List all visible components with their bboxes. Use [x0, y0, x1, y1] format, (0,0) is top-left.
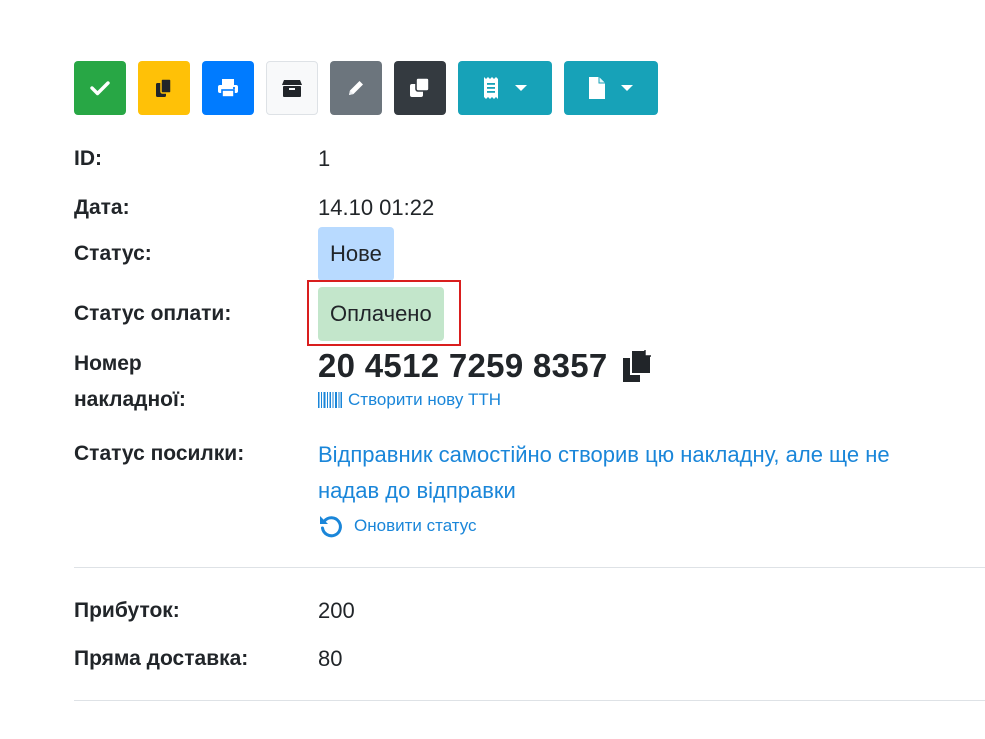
- status-label: Статус:: [74, 242, 152, 265]
- id-value: 1: [318, 146, 331, 171]
- waybill-label: Номер накладної:: [74, 346, 186, 418]
- id-label: ID:: [74, 147, 102, 170]
- order-details-page: ID: 1 Дата: 14.10 01:22 Статус: Нове Ста…: [0, 0, 985, 739]
- document-dropdown-button[interactable]: [564, 61, 658, 115]
- id-row: ID: 1: [74, 142, 974, 176]
- status-badge: Нове: [318, 227, 394, 281]
- clone-button[interactable]: [394, 61, 446, 115]
- chevron-down-icon: [621, 85, 633, 91]
- print-icon: [218, 79, 238, 98]
- direct-delivery-value: 80: [318, 646, 343, 671]
- profit-row: Прибуток: 200: [74, 594, 974, 628]
- waybill-label-line2: накладної:: [74, 388, 186, 411]
- print-button[interactable]: [202, 61, 254, 115]
- direct-delivery-row: Пряма доставка: 80: [74, 642, 974, 676]
- refresh-status-link[interactable]: Оновити статус: [318, 513, 978, 539]
- payment-status-value-wrap: Оплачено: [318, 287, 444, 341]
- check-icon: [90, 81, 110, 96]
- section-divider: [74, 700, 985, 701]
- receipt-dropdown-button[interactable]: [458, 61, 552, 115]
- waybill-number: 20 4512 7259 8357: [318, 347, 608, 384]
- refresh-status-label: Оновити статус: [354, 516, 477, 535]
- date-label: Дата:: [74, 196, 130, 219]
- copy-button[interactable]: [138, 61, 190, 115]
- parcel-status-text-line2: надав до відправки: [318, 478, 516, 503]
- file-icon: [589, 77, 605, 99]
- copy-icon: [156, 78, 172, 97]
- payment-status-label: Статус оплати:: [74, 302, 232, 325]
- profit-label: Прибуток:: [74, 599, 180, 622]
- profit-value: 200: [318, 598, 355, 623]
- refresh-icon: [320, 516, 342, 538]
- barcode-icon: [318, 392, 342, 408]
- parcel-status-text-line1: Відправник самостійно створив цю накладн…: [318, 442, 890, 467]
- waybill-value: 20 4512 7259 8357 Створити нову ТТН: [318, 346, 654, 411]
- waybill-row: Номер накладної: 20 4512 7259 8357 Створ…: [74, 346, 974, 422]
- status-row: Статус: Нове: [74, 227, 974, 281]
- edit-button[interactable]: [330, 61, 382, 115]
- payment-status-row: Статус оплати: Оплачено: [74, 287, 974, 341]
- section-divider: [74, 567, 985, 568]
- parcel-status-value: Відправник самостійно створив цю накладн…: [318, 437, 978, 539]
- create-ttn-label: Створити нову ТТН: [348, 390, 502, 409]
- waybill-label-line1: Номер: [74, 352, 142, 375]
- date-row: Дата: 14.10 01:22: [74, 191, 974, 225]
- date-value: 14.10 01:22: [318, 195, 435, 220]
- box-icon: [282, 80, 302, 97]
- direct-delivery-label: Пряма доставка:: [74, 647, 249, 670]
- clone-icon: [410, 77, 430, 97]
- archive-button[interactable]: [266, 61, 318, 115]
- copy-icon: [622, 349, 652, 382]
- pencil-icon: [349, 81, 363, 95]
- parcel-status-row: Статус посилки: Відправник самостійно ст…: [74, 437, 974, 541]
- confirm-button[interactable]: [74, 61, 126, 115]
- create-ttn-link[interactable]: Створити нову ТТН: [318, 389, 654, 411]
- action-toolbar: [74, 60, 670, 116]
- status-value-wrap: Нове: [318, 227, 394, 281]
- copy-waybill-button[interactable]: [620, 348, 654, 384]
- chevron-down-icon: [515, 85, 527, 91]
- parcel-status-label: Статус посилки:: [74, 442, 245, 465]
- payment-status-badge: Оплачено: [318, 287, 444, 341]
- receipt-icon: [484, 77, 498, 99]
